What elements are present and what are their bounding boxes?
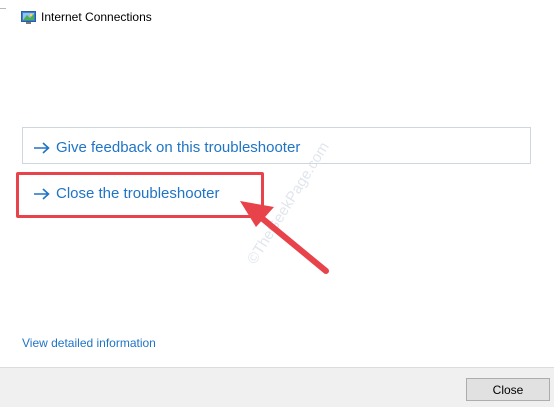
annotation-highlight-box: [16, 172, 264, 218]
close-button[interactable]: Close: [466, 378, 550, 401]
annotation-arrow: [240, 201, 329, 274]
view-detailed-information-link[interactable]: View detailed information: [22, 336, 156, 350]
window-title: Internet Connections: [41, 10, 152, 24]
network-troubleshooter-icon: [21, 10, 36, 25]
right-arrow-icon: [33, 141, 50, 154]
window-edge: [0, 0, 6, 9]
title-bar: Internet Connections: [21, 8, 152, 26]
